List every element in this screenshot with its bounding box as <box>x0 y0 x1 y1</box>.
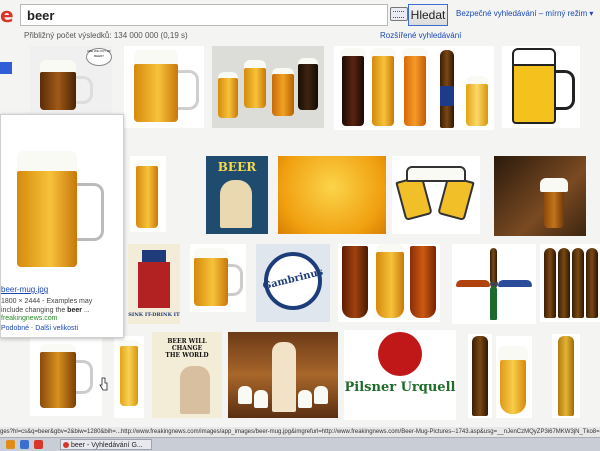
results-count: Přibližný počet výsledků: 134 000 000 (0… <box>24 31 188 40</box>
image-result[interactable] <box>228 332 338 418</box>
taskbar-app-icon[interactable] <box>20 440 29 449</box>
preview-image[interactable] <box>7 121 117 281</box>
left-nav-marker[interactable] <box>0 62 12 74</box>
keyboard-icon[interactable] <box>390 7 408 21</box>
preview-meta-ellipsis: ... <box>81 307 90 314</box>
image-result[interactable] <box>552 334 580 418</box>
bottle-label <box>440 86 454 106</box>
beer-poster-title: BEER <box>217 160 257 174</box>
search-box[interactable] <box>20 4 388 26</box>
safe-search-link[interactable]: Bezpečné vyhledávání – mírný režim ▾ <box>456 9 593 18</box>
image-result[interactable] <box>114 336 144 418</box>
waitress-figure <box>272 342 296 412</box>
image-result[interactable] <box>30 336 102 416</box>
preview-meta-dimensions: 1800 × 2444 - Examples may <box>1 298 93 305</box>
change-world-line-2: CHANGE <box>171 345 203 352</box>
preview-meta: 1800 × 2444 - Examples may include chang… <box>1 297 119 315</box>
image-result[interactable] <box>212 46 324 128</box>
image-result[interactable]: BEER WILL CHANGE THE WORLD <box>152 332 222 418</box>
image-result[interactable] <box>190 244 246 312</box>
taskbar-app-icon[interactable] <box>6 440 15 449</box>
advanced-search-link[interactable]: Rozšířené vyhledávání <box>380 31 461 40</box>
poster-figure <box>220 180 252 228</box>
image-result[interactable]: BEER <box>206 156 268 234</box>
speech-bubble: ARE WE OUT OF BEER? <box>86 48 112 66</box>
change-world-text: BEER WILL CHANGE THE WORLD <box>154 338 220 359</box>
pilsner-text: Pilsner Urquell <box>344 380 456 395</box>
preview-filename[interactable]: beer-mug.jpg <box>1 285 48 294</box>
search-button[interactable]: Hledat <box>408 4 448 26</box>
preview-domain: freakingnews.com <box>1 315 58 322</box>
image-result[interactable] <box>392 156 480 234</box>
image-result[interactable] <box>278 156 386 234</box>
uncle-sam-caption: SINK IT-DRINK IT <box>128 312 180 318</box>
man-figure <box>180 366 210 414</box>
taskbar: beer - Vyhledávání G... <box>0 437 600 451</box>
preview-meta-keyword: beer <box>67 307 82 314</box>
uncle-sam-hat <box>142 250 166 262</box>
image-result[interactable]: SINK IT-DRINK IT <box>128 244 180 324</box>
search-input[interactable] <box>21 5 363 25</box>
image-preview-popup[interactable]: beer-mug.jpg 1800 × 2444 - Examples may … <box>0 114 124 391</box>
image-result[interactable]: Gambrinus <box>256 244 330 322</box>
image-result[interactable] <box>540 244 600 322</box>
image-result[interactable]: ARE WE OUT OF BEER? <box>30 46 112 114</box>
image-result[interactable] <box>334 46 494 130</box>
image-result[interactable] <box>494 156 586 236</box>
image-result[interactable] <box>452 244 536 324</box>
image-result[interactable]: Pilsner Urquell <box>344 330 456 420</box>
mug-sign-text: ARE WE OUT OF BEER? <box>87 49 111 58</box>
image-result[interactable] <box>130 156 166 232</box>
pilsner-seal <box>378 332 422 376</box>
google-logo-fragment[interactable]: e <box>0 2 14 28</box>
change-world-line-1: BEER WILL <box>167 338 207 345</box>
preview-meta-text: include changing the <box>1 307 68 314</box>
image-result[interactable] <box>124 46 204 128</box>
status-bar-url: ges?hl=cs&q=beer&gbv=2&biw=1280&bih=...h… <box>0 427 600 437</box>
preview-actions: Podobné - Další velikosti <box>1 325 78 332</box>
taskbar-browser-tab[interactable]: beer - Vyhledávání G... <box>60 439 152 450</box>
image-result[interactable] <box>502 46 580 128</box>
image-result[interactable] <box>496 336 532 418</box>
mouse-cursor-icon <box>99 377 108 391</box>
change-world-line-3: THE WORLD <box>165 352 209 359</box>
taskbar-app-icon[interactable] <box>34 440 43 449</box>
all-sizes-link[interactable]: Další velikosti <box>35 325 78 332</box>
similar-images-link[interactable]: Podobné <box>1 325 29 332</box>
uncle-sam-body <box>138 262 170 308</box>
image-result[interactable] <box>468 334 492 418</box>
image-result[interactable] <box>338 244 440 322</box>
